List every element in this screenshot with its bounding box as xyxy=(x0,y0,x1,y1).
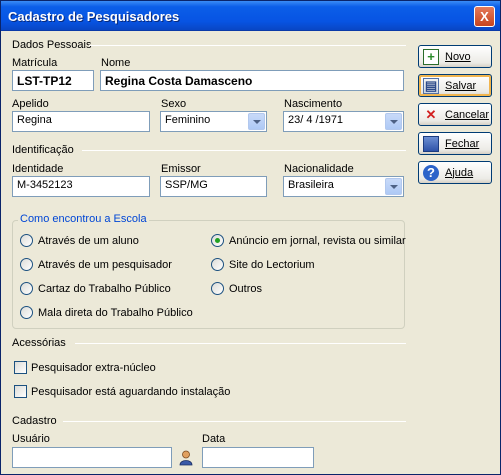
radio-mala-direta[interactable]: Mala direta do Trabalho Público xyxy=(20,306,193,319)
radio-anuncio[interactable]: Anúncio em jornal, revista ou similar xyxy=(211,234,406,247)
data-label: Data xyxy=(202,433,226,445)
section-dados-pessoais: Dados Pessoais xyxy=(12,39,92,51)
radio-label: Anúncio em jornal, revista ou similar xyxy=(229,234,406,247)
identidade-field[interactable]: M-3452123 xyxy=(12,176,150,197)
salvar-button-label: Salvar xyxy=(445,79,477,92)
emissor-label: Emissor xyxy=(161,163,201,175)
title-bar[interactable]: Cadastro de Pesquisadores X xyxy=(1,1,500,31)
radio-button-selected-icon[interactable] xyxy=(211,234,224,247)
ajuda-button-label: Ajuda xyxy=(445,166,474,179)
close-door-icon xyxy=(423,135,439,152)
check-aguardando-instalacao[interactable]: Pesquisador está aguardando instalação xyxy=(14,385,230,398)
radio-label: Outros xyxy=(229,282,263,295)
radio-atraves-aluno[interactable]: Através de um aluno xyxy=(20,234,139,247)
check-label: Pesquisador está aguardando instalação xyxy=(31,385,231,398)
radio-button-icon[interactable] xyxy=(20,234,33,247)
radio-site-lectorium[interactable]: Site do Lectorium xyxy=(211,258,315,271)
radio-label: Mala direta do Trabalho Público xyxy=(38,306,193,319)
user-icon[interactable] xyxy=(179,450,193,466)
matricula-field[interactable]: LST-TP12 xyxy=(12,70,94,91)
section-identificacao: Identificação xyxy=(12,144,74,156)
section-divider xyxy=(63,421,406,422)
radio-button-icon[interactable] xyxy=(20,282,33,295)
radio-label: Através de um aluno xyxy=(38,234,139,247)
nome-label: Nome xyxy=(101,57,131,69)
apelido-label: Apelido xyxy=(12,98,49,110)
radio-atraves-pesquisador[interactable]: Através de um pesquisador xyxy=(20,258,172,271)
apelido-field[interactable]: Regina xyxy=(12,111,150,132)
cancel-x-icon: ✕ xyxy=(425,106,437,122)
checkbox-icon[interactable] xyxy=(14,385,27,398)
sexo-select[interactable]: Feminino xyxy=(160,111,267,132)
radio-button-icon[interactable] xyxy=(20,306,33,319)
radio-label: Através de um pesquisador xyxy=(38,258,172,271)
escola-group-legend: Como encontrou a Escola xyxy=(18,213,149,225)
radio-button-icon[interactable] xyxy=(20,258,33,271)
close-window-button[interactable]: X xyxy=(474,6,495,27)
window-title: Cadastro de Pesquisadores xyxy=(8,9,180,24)
chevron-down-icon[interactable] xyxy=(248,113,265,130)
section-acessorias: Acessórias xyxy=(12,337,66,349)
section-cadastro: Cadastro xyxy=(12,415,57,427)
ajuda-button[interactable]: ? Ajuda xyxy=(418,161,492,184)
nascimento-label: Nascimento xyxy=(284,98,343,110)
matricula-label: Matrícula xyxy=(12,57,58,69)
check-label: Pesquisador extra-núcleo xyxy=(31,361,156,374)
section-divider xyxy=(82,150,406,151)
usuario-field[interactable] xyxy=(12,447,172,468)
nascimento-datepicker[interactable]: 23/ 4 /1971 xyxy=(283,111,404,132)
salvar-button[interactable]: ▤ Salvar xyxy=(418,74,492,97)
help-icon: ? xyxy=(423,164,439,181)
chevron-down-icon[interactable] xyxy=(385,113,402,130)
fechar-button-label: Fechar xyxy=(445,137,480,150)
sexo-label: Sexo xyxy=(161,98,187,110)
radio-cartaz[interactable]: Cartaz do Trabalho Público xyxy=(20,282,171,295)
radio-button-icon[interactable] xyxy=(211,282,224,295)
cancelar-button-label: Cancelar xyxy=(445,108,490,121)
section-divider xyxy=(75,343,406,344)
checkbox-icon[interactable] xyxy=(14,361,27,374)
nacionalidade-value: Brasileira xyxy=(288,179,334,191)
emissor-field[interactable]: SSP/MG xyxy=(160,176,267,197)
radio-label: Site do Lectorium xyxy=(229,258,315,271)
usuario-label: Usuário xyxy=(12,433,50,445)
cadastro-window: Cadastro de Pesquisadores X Dados Pessoa… xyxy=(0,0,501,475)
save-icon: ▤ xyxy=(423,77,439,94)
chevron-down-icon[interactable] xyxy=(385,178,402,195)
check-extra-nucleo[interactable]: Pesquisador extra-núcleo xyxy=(14,361,156,374)
nacionalidade-label: Nacionalidade xyxy=(284,163,354,175)
new-document-icon: + xyxy=(423,48,439,65)
novo-button-label: Novo xyxy=(445,50,471,63)
radio-button-icon[interactable] xyxy=(211,258,224,271)
radio-outros[interactable]: Outros xyxy=(211,282,262,295)
nome-field[interactable]: Regina Costa Damasceno xyxy=(100,70,404,91)
data-field[interactable] xyxy=(202,447,314,468)
cancelar-button[interactable]: ✕ Cancelar xyxy=(418,103,492,126)
identidade-label: Identidade xyxy=(12,163,64,175)
nascimento-value: 23/ 4 /1971 xyxy=(288,114,344,126)
sexo-value: Feminino xyxy=(165,114,211,126)
nacionalidade-select[interactable]: Brasileira xyxy=(283,176,404,197)
section-divider xyxy=(89,45,406,46)
novo-button[interactable]: + Novo xyxy=(418,45,492,68)
radio-label: Cartaz do Trabalho Público xyxy=(38,282,171,295)
fechar-button[interactable]: Fechar xyxy=(418,132,492,155)
